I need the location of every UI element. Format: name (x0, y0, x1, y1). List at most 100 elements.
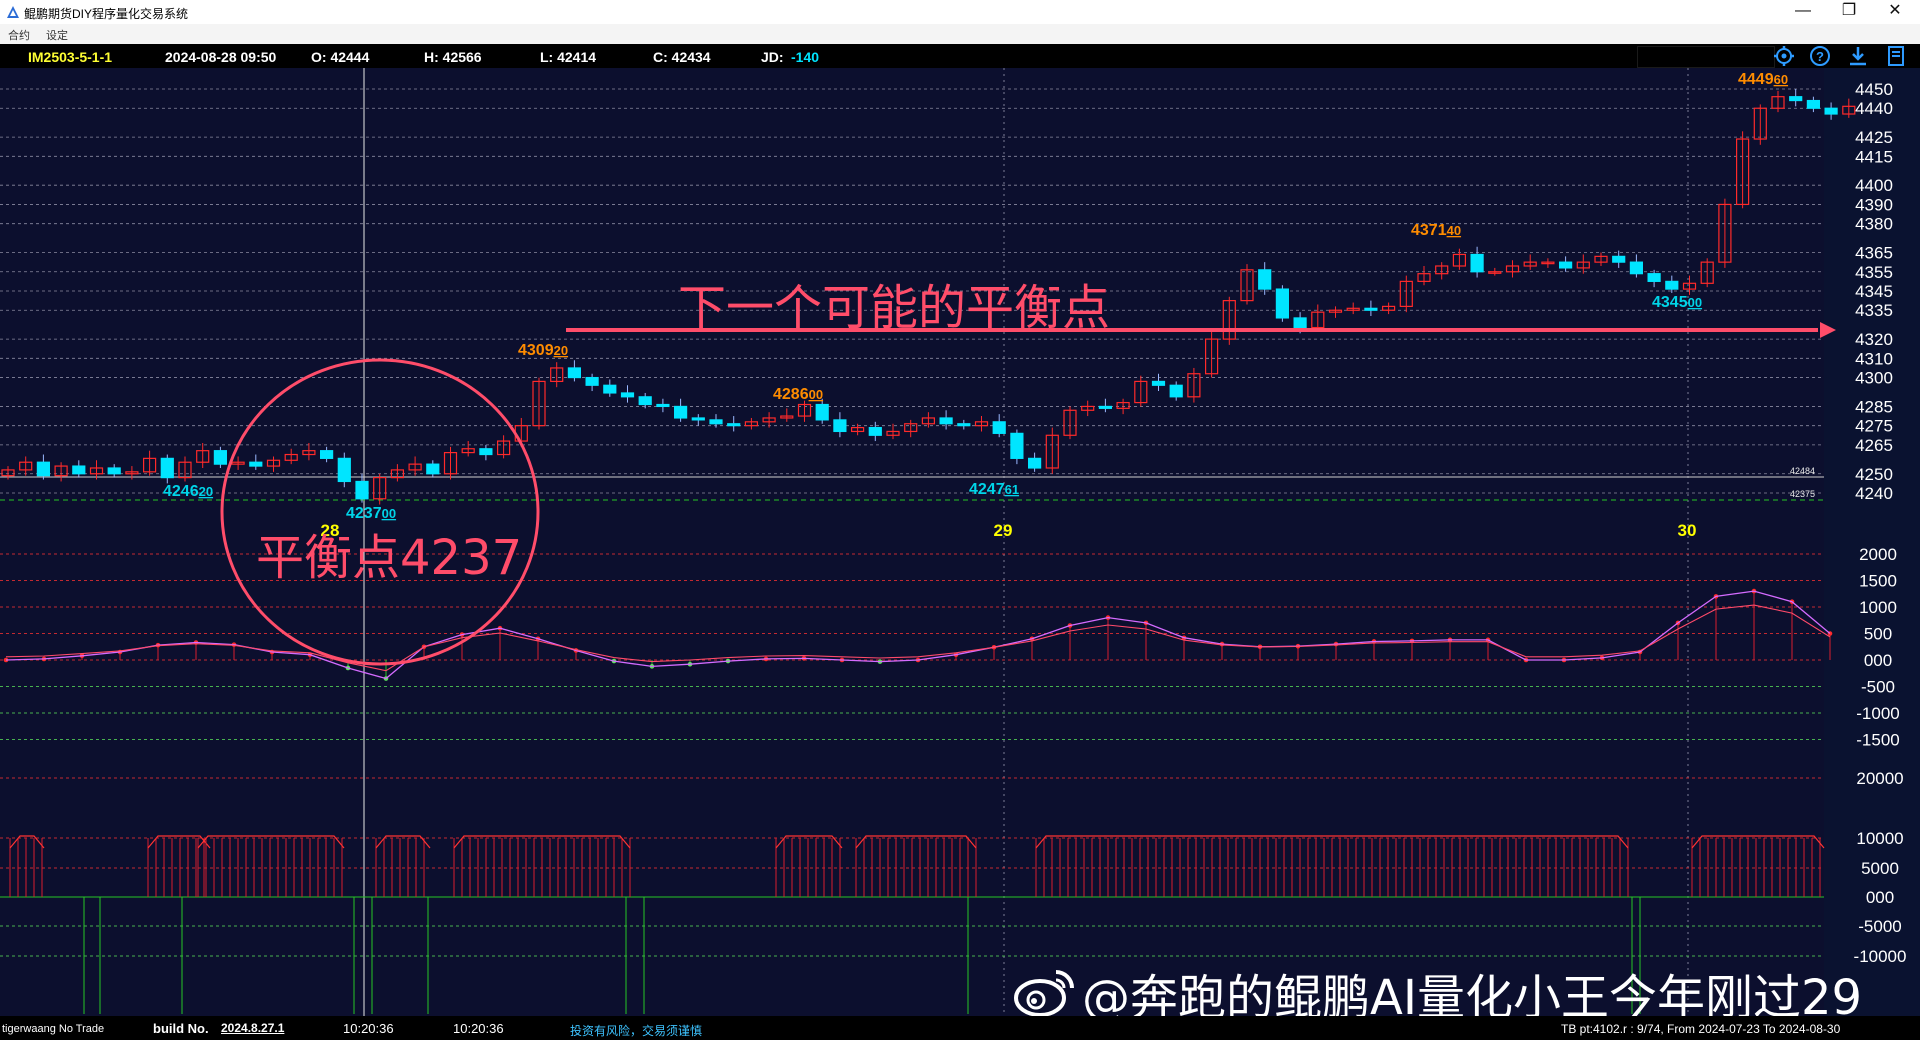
ref-tag-low: 42375 (1790, 489, 1815, 499)
osc-axis-label: 500 (1864, 625, 1892, 644)
candle-body (1647, 273, 1661, 282)
open-price: O: 42444 (311, 49, 370, 65)
close-price: C: 42434 (653, 49, 711, 65)
day-label: 30 (1678, 521, 1697, 540)
price-axis-label: 4265 (1855, 436, 1893, 455)
price-axis-label: 4355 (1855, 263, 1893, 282)
gear-icon[interactable] (1772, 45, 1796, 67)
osc-axis-label: -1500 (1856, 731, 1899, 750)
vol-axis-label: 000 (1866, 888, 1894, 907)
window-titlebar: 鲲鹏期货DIY程序量化交易系统 — ❐ ✕ (0, 0, 1920, 25)
server-time: 10:20:36 (343, 1021, 394, 1036)
osc-axis-label: 000 (1864, 651, 1892, 670)
candle-body (1558, 261, 1573, 269)
vol-axis-label: 20000 (1856, 769, 1903, 788)
menu-bar: 合约 设定 (0, 24, 1920, 45)
price-extreme-label: 424761 (969, 481, 1019, 498)
jd-label: JD: (761, 49, 784, 65)
price-axis-label: 4425 (1855, 128, 1893, 147)
candle-body (567, 367, 582, 379)
candle-body (213, 450, 227, 465)
book-icon[interactable] (1884, 45, 1908, 67)
candle-body (1010, 432, 1024, 459)
price-extreme-label: 434500 (1652, 294, 1702, 311)
candle-body (72, 465, 86, 475)
price-axis-label: 4440 (1855, 99, 1893, 118)
candle-body (1169, 384, 1183, 398)
candle-body (1806, 99, 1821, 109)
candle-body (1098, 405, 1113, 409)
price-axis-label: 4285 (1855, 397, 1893, 416)
local-time: 10:20:36 (453, 1021, 504, 1036)
price-axis-label: 4240 (1855, 484, 1893, 503)
ref-tag-high: 42484 (1790, 466, 1815, 476)
candle-body (1364, 307, 1378, 311)
next-balance-label: 下一个可能的平衡点 (678, 280, 1110, 336)
price-extreme-label: 424620 (163, 483, 213, 500)
low-price: L: 42414 (540, 49, 597, 65)
candle-body (1151, 380, 1166, 386)
candle-body (160, 457, 174, 479)
high-price: H: 42566 (424, 49, 482, 65)
candle-body (1275, 288, 1290, 319)
price-extreme-label: 423700 (346, 505, 396, 522)
build-label: build No. (153, 1021, 209, 1036)
osc-axis-label: -500 (1861, 678, 1895, 697)
candle-body (426, 463, 440, 475)
quote-info-bar: IM2503-5-1-1 2024-08-28 09:50 O: 42444 H… (0, 44, 1920, 68)
price-axis-label: 4390 (1855, 195, 1893, 214)
candle-body (585, 376, 599, 386)
candle-body (815, 403, 829, 421)
candle-body (1824, 107, 1838, 115)
symbol-input[interactable] (1637, 46, 1775, 68)
candle-body (1789, 96, 1803, 102)
help-icon[interactable]: ? (1808, 45, 1832, 67)
price-extreme-label: 437140 (1411, 222, 1461, 239)
close-button[interactable]: ✕ (1872, 0, 1918, 24)
minimize-button[interactable]: — (1780, 0, 1826, 24)
candle-body (107, 467, 121, 475)
candle-body (249, 461, 263, 467)
price-axis-label: 4365 (1855, 244, 1893, 263)
candle-body (1258, 269, 1272, 290)
price-extreme-label: 444960 (1738, 71, 1788, 88)
osc-axis-label: -1000 (1856, 704, 1899, 723)
vol-axis-label: 10000 (1856, 829, 1903, 848)
risk-warning: 投资有风险，交易须谨慎 (570, 1024, 703, 1038)
osc-axis-label: 1000 (1859, 598, 1897, 617)
price-axis-label: 4275 (1855, 417, 1893, 436)
candle-body (868, 426, 882, 436)
contract-code: IM2503-5-1-1 (28, 49, 113, 65)
candle-body (355, 480, 369, 500)
price-axis-label: 4300 (1855, 369, 1893, 388)
candle-body (36, 461, 51, 477)
weibo-logo-icon (1014, 970, 1074, 1017)
candle-body (1027, 457, 1042, 469)
price-axis-label: 4250 (1855, 465, 1893, 484)
candle-body (620, 392, 635, 398)
candle-body (337, 457, 351, 483)
day-label: 29 (994, 521, 1013, 540)
price-axis-label: 4320 (1855, 330, 1893, 349)
bar-datetime: 2024-08-28 09:50 (165, 49, 277, 65)
candle-body (320, 450, 334, 459)
window-title: 鲲鹏期货DIY程序量化交易系统 (24, 7, 189, 21)
app-icon (7, 6, 19, 18)
download-icon[interactable] (1846, 45, 1870, 67)
build-number: 2024.8.27.1 (221, 1021, 285, 1035)
candle-body (727, 423, 741, 427)
candle-body (673, 405, 688, 419)
price-axis-label: 4450 (1855, 80, 1893, 99)
candle-body (1470, 253, 1484, 273)
candle-body (638, 396, 652, 406)
price-axis-label: 4400 (1855, 176, 1893, 195)
restore-button[interactable]: ❐ (1826, 0, 1872, 24)
jd-value: -140 (791, 49, 820, 65)
kline-chart[interactable]: 4450444044254415440043904380436543554345… (0, 68, 1920, 1016)
menu-contract[interactable]: 合约 (8, 27, 30, 43)
candle-body (691, 417, 705, 421)
price-axis-label: 4310 (1855, 349, 1893, 368)
svg-text:?: ? (1816, 49, 1824, 64)
status-bar: tigerwaang No Trade build No. 2024.8.27.… (0, 1016, 1920, 1040)
menu-settings[interactable]: 设定 (46, 27, 68, 43)
